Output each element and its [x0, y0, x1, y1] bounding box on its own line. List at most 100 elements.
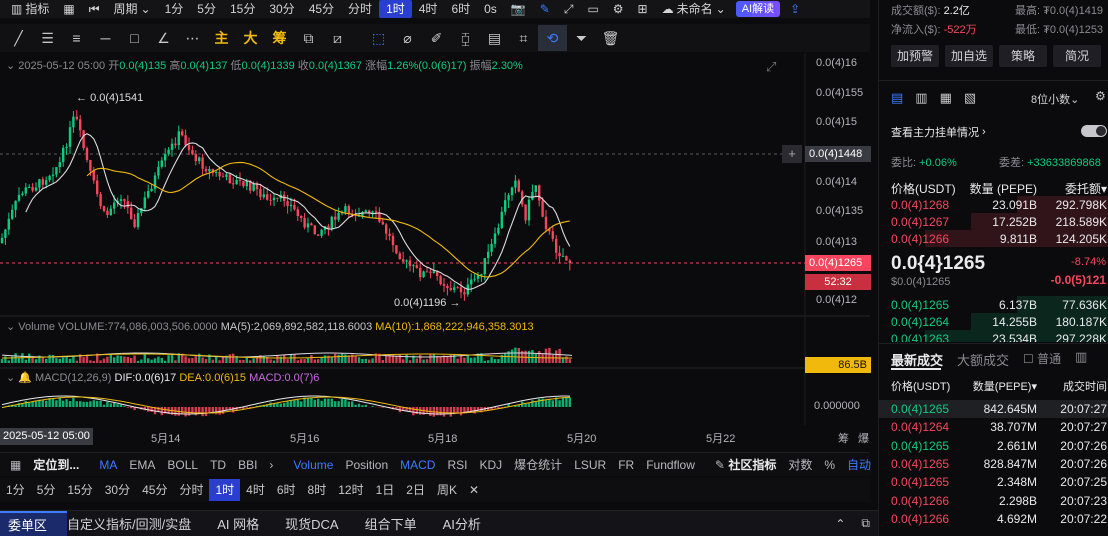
zero-seconds-button[interactable]: 0s — [477, 0, 504, 18]
period-13[interactable]: 周K — [431, 479, 463, 501]
mainforce-link[interactable]: 查看主力挂单情况 › — [891, 124, 986, 140]
main-force-tool[interactable]: 主 — [207, 28, 236, 48]
lock-tool-icon[interactable]: ▤ — [480, 30, 509, 47]
bottom-tab-1[interactable]: 自定义指标/回测/实盘 — [67, 514, 217, 533]
calendar-icon[interactable]: ▦ — [4, 458, 27, 472]
popout-icon[interactable]: ⧉ — [853, 516, 878, 531]
chip-tool[interactable]: 筹 — [265, 28, 294, 48]
layout-name-dropdown[interactable]: ☁ 未命名 ⌄ — [655, 0, 733, 18]
magnet-tool-icon[interactable]: ⌗ — [509, 30, 538, 47]
period-2[interactable]: 15分 — [61, 479, 98, 501]
interval-3[interactable]: 30分 — [262, 0, 301, 18]
trade-row[interactable]: 0.0(4)1265 2.348M 20:07:25 — [879, 473, 1108, 491]
more-tools-icon[interactable]: ⋯ — [178, 30, 207, 47]
period-5[interactable]: 分时 — [173, 479, 209, 501]
asks-row[interactable]: 0.0(4)1266 9.811B 124.205K — [879, 230, 1108, 247]
indicator-menu[interactable]: ▥ 指标 — [4, 0, 56, 18]
horizontal-line-tool-icon[interactable]: ─ — [91, 30, 120, 46]
book-bids-icon[interactable]: ▥ — [915, 90, 927, 106]
rectangle-tool-icon[interactable]: □ — [120, 30, 149, 46]
pencil-button[interactable]: ✎ — [533, 0, 557, 18]
main-indicator-ema[interactable]: EMA — [123, 458, 161, 472]
chart-icon[interactable]: ▥ — [1075, 349, 1087, 365]
period-11[interactable]: 1日 — [370, 479, 401, 501]
trade-row[interactable]: 0.0(4)1264 38.707M 20:07:27 — [879, 418, 1108, 436]
trade-row[interactable]: 0.0(4)1265 2.661M 20:07:26 — [879, 437, 1108, 455]
candlestick-chart[interactable] — [0, 53, 870, 447]
sub-indicator-5[interactable]: 爆仓统计 — [508, 456, 568, 473]
period-6[interactable]: 1时 — [209, 479, 241, 501]
angle-tool-icon[interactable]: ∠ — [149, 30, 178, 47]
bottom-tab-2[interactable]: AI 网格 — [217, 514, 285, 533]
settings-icon[interactable]: ⚙ — [1095, 89, 1106, 103]
magnet-active-icon[interactable]: ⟲ — [538, 25, 567, 51]
camera-button[interactable]: 📷 — [504, 0, 533, 18]
sub-indicator-4[interactable]: KDJ — [474, 458, 509, 472]
asks-row[interactable]: 0.0(4)1267 17.252B 218.589K — [879, 213, 1108, 230]
action-button-3[interactable]: 简况 — [1053, 45, 1101, 67]
crop-tool-icon[interactable]: ⧄ — [323, 30, 352, 47]
sub-indicator-8[interactable]: Fundflow — [640, 458, 701, 472]
interval-2[interactable]: 15分 — [223, 0, 262, 18]
sub-indicator-0[interactable]: Volume — [287, 458, 339, 472]
channel-tool-icon[interactable]: ≡ — [62, 30, 91, 46]
ruler-button[interactable]: ▭ — [580, 0, 605, 18]
main-indicator-ma[interactable]: MA — [93, 458, 123, 472]
big-order-tool[interactable]: 大 — [236, 28, 265, 48]
close-icon[interactable]: ✕ — [463, 479, 485, 501]
trade-row[interactable]: 0.0(4)1265 842.645M 20:07:27 — [879, 400, 1108, 419]
share-button[interactable]: ⇪ — [783, 0, 807, 18]
normal-checkbox[interactable]: ☐ 普通 — [1023, 350, 1061, 367]
eraser-tool-icon[interactable]: ⌀ — [393, 30, 422, 47]
action-button-1[interactable]: 加自选 — [945, 45, 993, 67]
percent-scale-button[interactable]: % — [818, 458, 841, 472]
interval-8[interactable]: 6时 — [444, 0, 477, 18]
chart-area[interactable]: ⌄ 2025-05-12 05:00 开0.0(4)135 高0.0(4)137… — [0, 53, 871, 447]
sub-indicator-2[interactable]: MACD — [394, 458, 441, 472]
trash-tool-icon[interactable]: 🗑 — [596, 30, 625, 47]
main-indicator-bbi[interactable]: BBI — [232, 458, 263, 472]
book-asks-icon[interactable]: ▦ — [940, 90, 952, 106]
bottom-tab-5[interactable]: AI分析 — [443, 514, 507, 533]
copy-tool-icon[interactable]: ⧉ — [294, 30, 323, 47]
tab-latest-trades[interactable]: 最新成交 — [891, 350, 943, 369]
sub-indicator-1[interactable]: Position — [339, 458, 394, 472]
sub-indicator-7[interactable]: FR — [612, 458, 640, 472]
action-button-2[interactable]: 策略 — [999, 45, 1047, 67]
book-both-icon[interactable]: ▤ — [891, 90, 903, 106]
measure-tool-icon[interactable]: ⧮ — [451, 30, 480, 47]
book-compact-icon[interactable]: ▧ — [964, 90, 976, 106]
period-8[interactable]: 6时 — [271, 479, 302, 501]
tab-big-trades[interactable]: 大额成交 — [957, 350, 1009, 369]
calendar-button[interactable]: ▦ — [56, 0, 81, 18]
period-4[interactable]: 45分 — [136, 479, 173, 501]
period-3[interactable]: 30分 — [99, 479, 136, 501]
chevron-right-icon[interactable]: › — [263, 458, 279, 472]
bids-row[interactable]: 0.0(4)1265 6.137B 77.636K — [879, 296, 1108, 313]
trade-row[interactable]: 0.0(4)1266 2.298B 20:07:23 — [879, 491, 1108, 509]
asks-row[interactable]: 0.0(4)1268 23.091B 292.798K — [879, 196, 1108, 213]
period-0[interactable]: 1分 — [0, 479, 31, 501]
sub-indicator-6[interactable]: LSUR — [568, 458, 612, 472]
period-12[interactable]: 2日 — [400, 479, 431, 501]
trade-row[interactable]: 0.0(4)1266 4.692M 20:07:22 — [879, 510, 1108, 528]
interval-6[interactable]: 1时 — [379, 0, 412, 18]
auto-scale-button[interactable]: 自动 — [841, 456, 877, 473]
brush-tool-icon[interactable]: ✐ — [422, 30, 451, 47]
period-9[interactable]: 8时 — [302, 479, 333, 501]
bottom-tab-0[interactable]: 委单区 — [0, 510, 68, 536]
bids-row[interactable]: 0.0(4)1263 23.534B 297.228K — [879, 330, 1108, 342]
main-indicator-td[interactable]: TD — [204, 458, 232, 472]
bids-row[interactable]: 0.0(4)1264 14.255B 180.187K — [879, 313, 1108, 330]
community-indicator-button[interactable]: ✎ 社区指标 — [709, 456, 782, 473]
period-7[interactable]: 4时 — [240, 479, 271, 501]
locate-button[interactable]: 定位到... — [27, 456, 85, 473]
mainforce-toggle[interactable] — [1081, 125, 1107, 137]
interval-7[interactable]: 4时 — [412, 0, 445, 18]
parallel-lines-tool-icon[interactable]: ☰ — [33, 30, 62, 47]
filter-tool-icon[interactable]: ⏷ — [567, 30, 596, 47]
add-price-icon[interactable]: + — [782, 145, 802, 163]
precision-dropdown[interactable]: 8位小数 ⌄ — [1031, 91, 1079, 107]
trade-row[interactable]: 0.0(4)1265 828.847M 20:07:26 — [879, 455, 1108, 473]
bottom-tab-4[interactable]: 组合下单 — [365, 514, 443, 533]
